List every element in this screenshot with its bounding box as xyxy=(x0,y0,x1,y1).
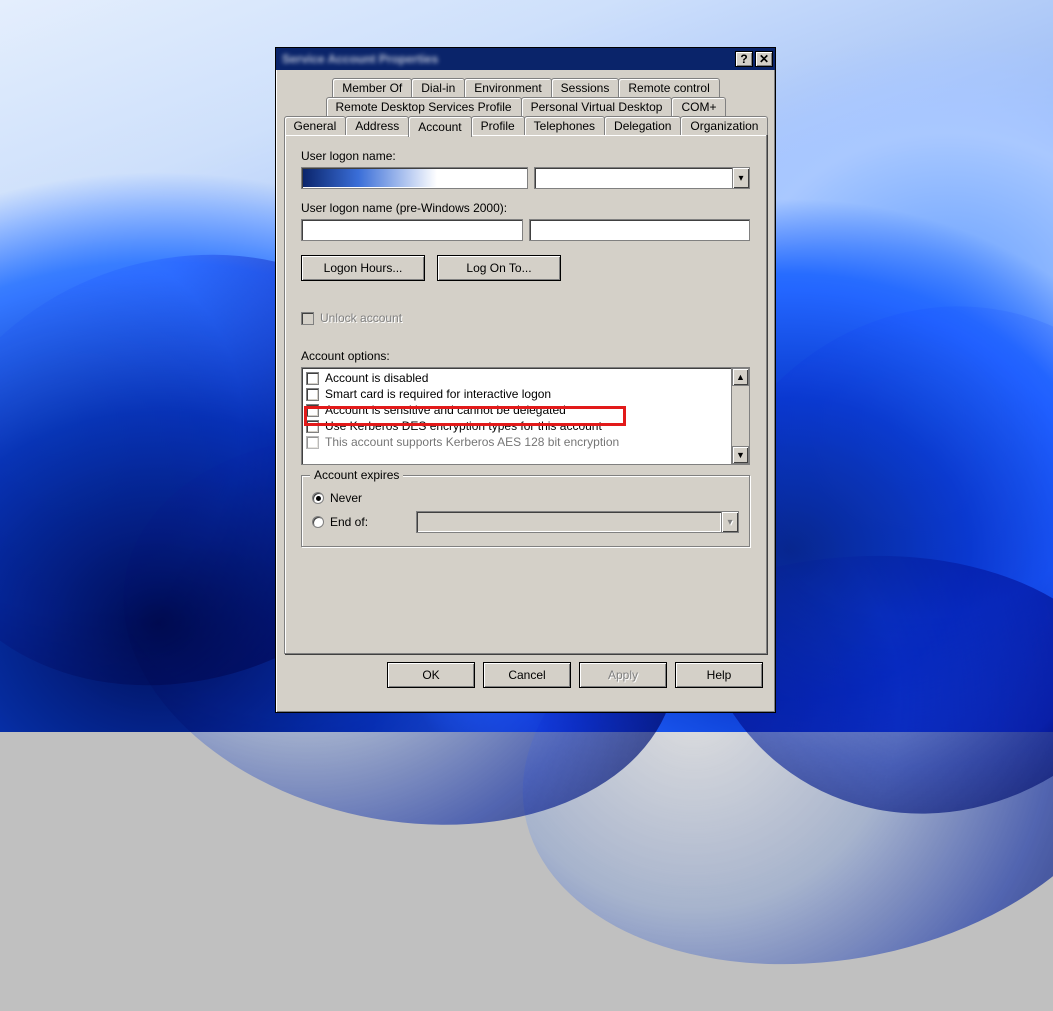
tab-telephones[interactable]: Telephones xyxy=(524,116,605,135)
option-checkbox[interactable] xyxy=(306,372,319,385)
unlock-account-checkbox-row: Unlock account xyxy=(301,309,750,327)
titlebar[interactable]: Service Account Properties ? ✕ xyxy=(276,48,775,70)
logon-domain-value[interactable] xyxy=(534,167,734,189)
option-smartcard-required[interactable]: Smart card is required for interactive l… xyxy=(306,386,727,402)
logon-domain-combo[interactable] xyxy=(534,167,751,189)
tab-control: Member Of Dial-in Environment Sessions R… xyxy=(284,78,767,654)
tab-profile[interactable]: Profile xyxy=(471,116,525,135)
option-checkbox[interactable] xyxy=(306,388,319,401)
help-button[interactable]: Help xyxy=(675,662,763,688)
dialog-action-row: OK Cancel Apply Help xyxy=(284,654,767,692)
prew2k-name-input[interactable] xyxy=(529,219,751,241)
tab-complus[interactable]: COM+ xyxy=(671,97,726,116)
expires-date-value xyxy=(416,511,722,533)
tab-sessions[interactable]: Sessions xyxy=(551,78,620,97)
close-titlebar-button[interactable]: ✕ xyxy=(755,51,773,67)
window-title: Service Account Properties xyxy=(282,52,733,66)
account-tab-page: User logon name: User logon name (pre-Wi… xyxy=(284,134,767,654)
apply-button[interactable]: Apply xyxy=(579,662,667,688)
account-expires-legend: Account expires xyxy=(310,468,403,482)
option-sensitive-no-delegate[interactable]: Account is sensitive and cannot be deleg… xyxy=(306,402,727,418)
account-options-listbox[interactable]: Account is disabled Smart card is requir… xyxy=(301,367,750,465)
tab-dial-in[interactable]: Dial-in xyxy=(411,78,465,97)
account-options-label: Account options: xyxy=(301,349,750,363)
expires-endof-row[interactable]: End of: xyxy=(312,508,739,536)
tab-account[interactable]: Account xyxy=(408,116,471,137)
option-account-disabled[interactable]: Account is disabled xyxy=(306,370,727,386)
chevron-down-icon xyxy=(721,511,739,533)
tab-organization[interactable]: Organization xyxy=(680,116,768,135)
tab-member-of[interactable]: Member Of xyxy=(332,78,412,97)
option-checkbox[interactable] xyxy=(306,420,319,433)
tab-remote-control[interactable]: Remote control xyxy=(618,78,719,97)
tab-row-2: Remote Desktop Services Profile Personal… xyxy=(284,97,767,116)
account-expires-group: Account expires Never End of: xyxy=(301,475,750,547)
logon-name-label: User logon name: xyxy=(301,149,750,163)
unlock-account-label: Unlock account xyxy=(320,311,402,325)
log-on-to-button[interactable]: Log On To... xyxy=(437,255,561,281)
option-label: Use Kerberos DES encryption types for th… xyxy=(325,419,602,433)
tab-delegation[interactable]: Delegation xyxy=(604,116,681,135)
option-kerberos-aes128[interactable]: This account supports Kerberos AES 128 b… xyxy=(306,434,727,450)
unlock-account-checkbox xyxy=(301,312,314,325)
expires-endof-label: End of: xyxy=(330,515,390,529)
option-kerberos-des[interactable]: Use Kerberos DES encryption types for th… xyxy=(306,418,727,434)
option-label: Account is disabled xyxy=(325,371,428,385)
scroll-up-icon[interactable]: ▲ xyxy=(732,368,749,386)
option-label: Smart card is required for interactive l… xyxy=(325,387,551,401)
prew2k-domain-input[interactable] xyxy=(301,219,523,241)
tab-row-3: General Address Account Profile Telephon… xyxy=(284,116,767,135)
prew2k-label: User logon name (pre-Windows 2000): xyxy=(301,201,750,215)
tab-pvd[interactable]: Personal Virtual Desktop xyxy=(521,97,673,116)
logon-hours-button[interactable]: Logon Hours... xyxy=(301,255,425,281)
tab-environment[interactable]: Environment xyxy=(464,78,551,97)
options-scrollbar[interactable]: ▲ ▼ xyxy=(731,368,749,464)
option-label: Account is sensitive and cannot be deleg… xyxy=(325,403,566,417)
ok-button[interactable]: OK xyxy=(387,662,475,688)
cancel-button[interactable]: Cancel xyxy=(483,662,571,688)
expires-endof-radio[interactable] xyxy=(312,516,324,528)
option-checkbox[interactable] xyxy=(306,404,319,417)
help-titlebar-button[interactable]: ? xyxy=(735,51,753,67)
expires-never-row[interactable]: Never xyxy=(312,488,739,508)
expires-never-label: Never xyxy=(330,491,362,505)
tab-rds-profile[interactable]: Remote Desktop Services Profile xyxy=(326,97,522,116)
properties-dialog: Service Account Properties ? ✕ Member Of… xyxy=(275,47,776,713)
scroll-down-icon[interactable]: ▼ xyxy=(732,446,749,464)
tab-row-1: Member Of Dial-in Environment Sessions R… xyxy=(284,78,767,97)
expires-date-combo xyxy=(416,511,739,533)
tab-address[interactable]: Address xyxy=(345,116,409,135)
tab-general[interactable]: General xyxy=(284,116,347,135)
logon-name-input[interactable] xyxy=(301,167,528,189)
option-checkbox[interactable] xyxy=(306,436,319,449)
expires-never-radio[interactable] xyxy=(312,492,324,504)
option-label: This account supports Kerberos AES 128 b… xyxy=(325,435,619,449)
chevron-down-icon[interactable] xyxy=(732,167,750,189)
